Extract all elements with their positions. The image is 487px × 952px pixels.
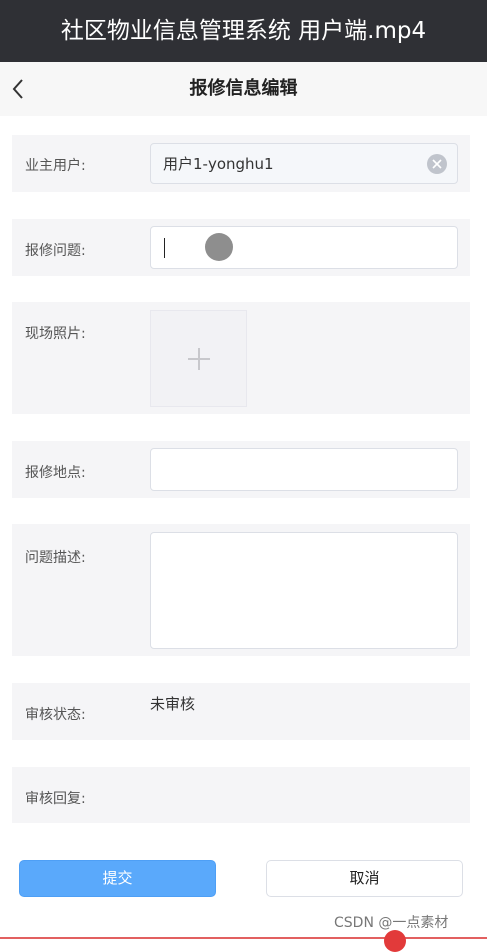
location-row: 报修地点: <box>12 441 470 498</box>
audit-reply-label: 审核回复: <box>25 791 86 807</box>
bottom-divider <box>0 937 487 939</box>
photo-upload-button[interactable] <box>150 310 247 407</box>
owner-row: 业主用户: 用户1-yonghu1 <box>12 135 470 192</box>
description-label: 问题描述: <box>25 550 86 566</box>
location-label: 报修地点: <box>25 465 86 481</box>
issue-label: 报修问题: <box>25 243 86 259</box>
description-row: 问题描述: <box>12 524 470 656</box>
audit-status-row: 审核状态: 未审核 <box>12 683 470 740</box>
location-input[interactable] <box>150 448 458 491</box>
audit-reply-row: 审核回复: <box>12 767 470 823</box>
audit-status-value: 未审核 <box>150 695 196 713</box>
owner-value: 用户1-yonghu1 <box>163 155 274 173</box>
issue-row: 报修问题: <box>12 219 470 276</box>
issue-input[interactable] <box>150 226 458 269</box>
audit-status-label: 审核状态: <box>25 707 86 723</box>
photo-row: 现场照片: <box>12 302 470 414</box>
photo-label: 现场照片: <box>25 326 86 342</box>
page-title: 报修信息编辑 <box>189 78 298 99</box>
text-caret <box>164 238 165 258</box>
record-indicator <box>384 930 406 952</box>
touch-indicator <box>205 233 233 261</box>
navbar: 报修信息编辑 <box>0 62 487 116</box>
owner-label: 业主用户: <box>25 158 86 174</box>
video-title-bar: 社区物业信息管理系统 用户端.mp4 <box>0 0 487 62</box>
description-textarea[interactable] <box>150 532 458 649</box>
plus-icon <box>188 348 210 370</box>
watermark: CSDN @一点素材 <box>334 915 449 931</box>
owner-field[interactable]: 用户1-yonghu1 <box>150 143 458 184</box>
submit-button[interactable]: 提交 <box>19 860 216 897</box>
clear-circle-icon[interactable] <box>427 154 447 174</box>
video-title: 社区物业信息管理系统 用户端.mp4 <box>60 18 427 44</box>
cancel-button[interactable]: 取消 <box>266 860 463 897</box>
